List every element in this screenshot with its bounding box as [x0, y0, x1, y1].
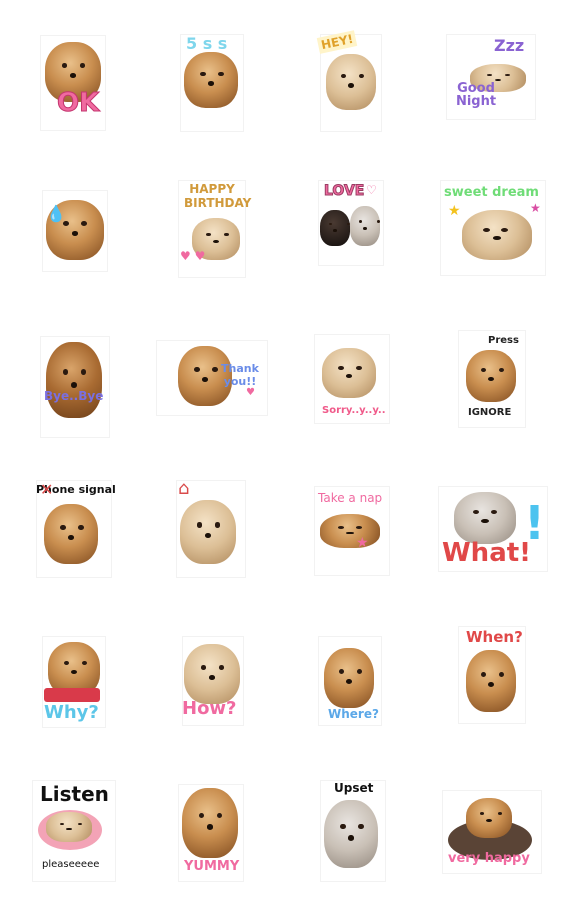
sticker-where[interactable]: Where?	[292, 620, 422, 765]
sticker-caption: very happy	[448, 851, 530, 866]
sticker-hey[interactable]: HEY!	[292, 20, 422, 165]
sticker-caption: Listen	[40, 782, 109, 806]
sticker-phone-signal[interactable]: Phone signal ✕	[12, 470, 142, 615]
dog-photo	[324, 800, 378, 868]
dog-photo	[466, 350, 516, 402]
dog-photo	[322, 348, 376, 398]
sticker-caption: Good Night	[455, 81, 497, 109]
please-label: pleaseeeee	[42, 859, 100, 870]
sticker-caption: YUMMY	[184, 859, 240, 874]
star-icon: ★	[356, 535, 369, 551]
sticker-press-ignore[interactable]: Press IGNORE	[430, 320, 560, 465]
dog-photo	[46, 812, 92, 842]
sleep-z-icon: Zzz	[494, 36, 525, 55]
sticker-how[interactable]: How?	[150, 620, 280, 765]
dog-photo	[180, 500, 236, 564]
sticker-good-night[interactable]: Zzz Good Night	[430, 20, 560, 165]
dog-photo	[324, 648, 374, 708]
sticker-5ss[interactable]: 5 s s	[150, 20, 280, 165]
heart-icon: ♥ ♥	[180, 249, 206, 263]
sticker-caption: Sorry..y..y..	[322, 405, 386, 416]
dog-photo	[182, 788, 238, 858]
sticker-very-happy[interactable]: very happy	[430, 770, 560, 915]
sticker-caption: Why?	[44, 702, 99, 723]
sticker-caption: LOVE	[323, 183, 365, 199]
sticker-sweet-dream[interactable]: sweet dream ★ ★	[430, 170, 560, 315]
sticker-what[interactable]: What! !	[430, 470, 560, 615]
sticker-bye-bye[interactable]: Bye..Bye	[12, 320, 142, 465]
dog-photo	[46, 342, 102, 418]
ignore-label: IGNORE	[468, 407, 512, 418]
sticker-caption: sweet dream	[444, 185, 539, 200]
sticker-caption: When?	[466, 628, 523, 646]
dog-photo	[350, 206, 380, 246]
sticker-home[interactable]: ⌂	[150, 470, 280, 615]
heart-icon: ♡	[366, 183, 377, 197]
cross-icon: ✕	[40, 480, 54, 499]
sticker-grid: OK 5 s s HEY! Zzz Good Night 💧 HAPPY BIR…	[0, 0, 562, 900]
sticker-thank-you[interactable]: Thank you!! ♥	[150, 320, 280, 465]
sticker-caption: Upset	[334, 781, 374, 795]
exclamation-mark: !	[524, 496, 545, 550]
sticker-caption: Bye..Bye	[44, 389, 104, 403]
sticker-ok[interactable]: OK	[12, 20, 142, 165]
tear-icon: 💧	[46, 204, 66, 223]
sticker-love[interactable]: LOVE ♡	[292, 170, 422, 315]
sticker-crying[interactable]: 💧	[12, 170, 142, 315]
star-icon: ★	[448, 203, 461, 219]
dog-photo	[320, 210, 350, 246]
pink-basket	[44, 688, 100, 702]
sticker-caption: HAPPY BIRTHDAY	[184, 182, 252, 211]
sticker-upset[interactable]: Upset	[292, 770, 422, 915]
sticker-yummy[interactable]: YUMMY	[150, 770, 280, 915]
dog-photo	[466, 798, 512, 838]
sticker-caption: 5 s s	[186, 34, 228, 53]
sticker-caption: How?	[182, 698, 237, 719]
sticker-caption: Take a nap	[318, 491, 383, 505]
sticker-caption: Where?	[328, 707, 379, 721]
dog-photo	[44, 504, 98, 564]
sticker-caption: Thank you!!	[221, 362, 259, 389]
sticker-when[interactable]: When?	[430, 620, 560, 765]
sticker-listen[interactable]: Listen pleaseeeee	[12, 770, 142, 915]
house-icon: ⌂	[178, 478, 190, 499]
dog-photo	[326, 54, 376, 110]
sticker-caption: OK	[56, 88, 100, 118]
dog-photo	[462, 210, 532, 260]
sticker-caption: What!	[442, 538, 532, 568]
dog-photo	[466, 650, 516, 712]
sticker-why[interactable]: Why?	[12, 620, 142, 765]
sticker-sorry[interactable]: Sorry..y..y..	[292, 320, 422, 465]
dog-photo	[454, 492, 516, 544]
heart-icon: ♥	[246, 387, 255, 398]
star-icon: ★	[530, 201, 541, 215]
sticker-happy-birthday[interactable]: HAPPY BIRTHDAY ♥ ♥	[150, 170, 280, 315]
dog-photo	[184, 52, 238, 108]
dog-photo	[184, 644, 240, 704]
dog-photo	[320, 514, 380, 548]
sticker-caption: Press	[488, 335, 519, 346]
sticker-take-a-nap[interactable]: Take a nap ★	[292, 470, 422, 615]
